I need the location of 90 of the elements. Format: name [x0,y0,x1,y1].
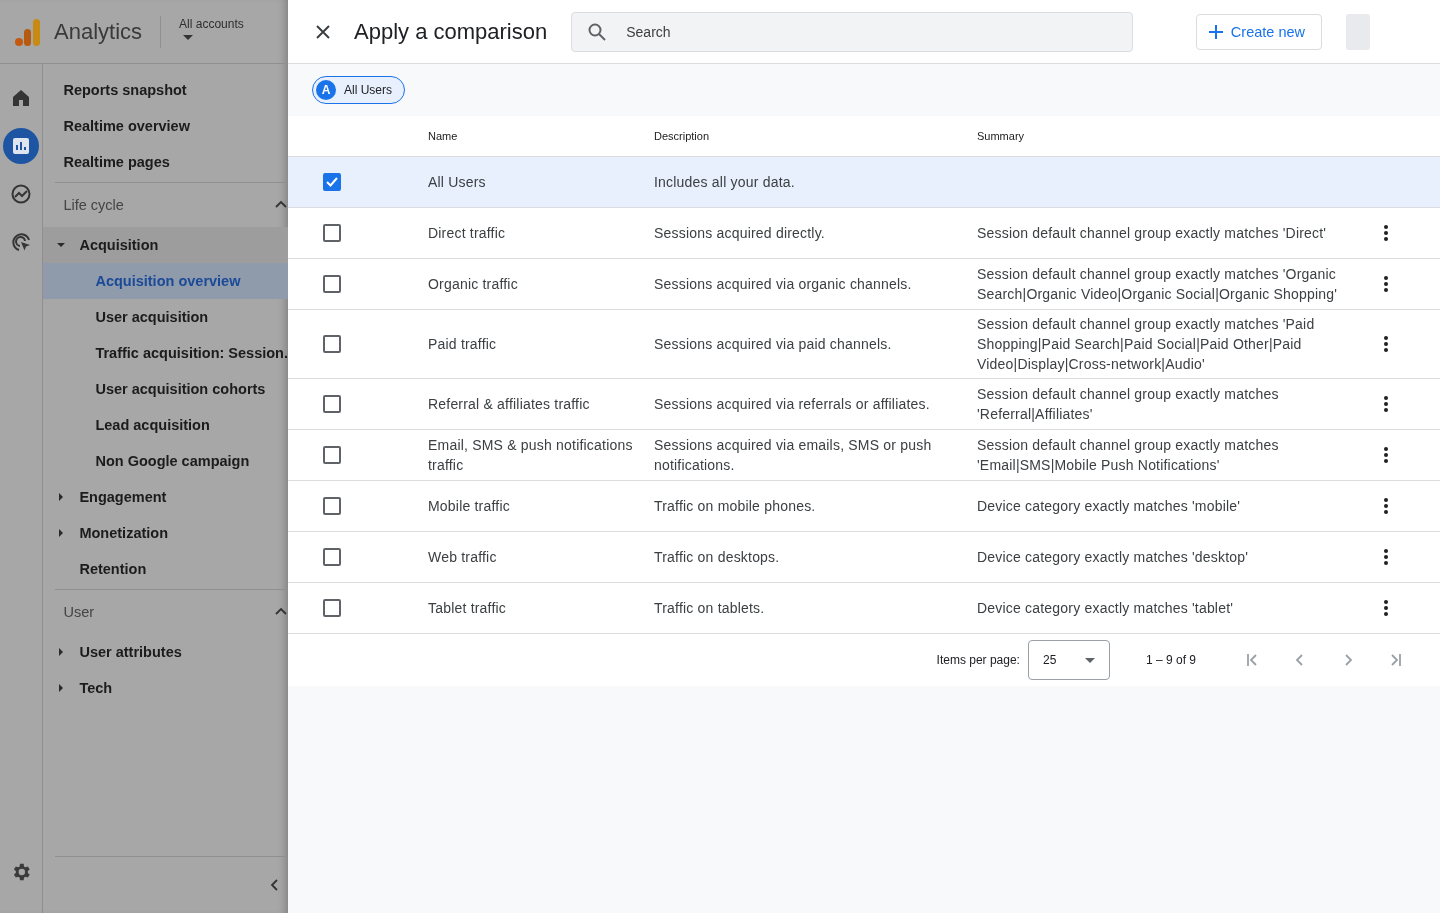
nav-item[interactable]: Lead acquisition [43,407,288,443]
more-icon[interactable] [1384,336,1388,352]
table-cell-text: Traffic on mobile phones. [654,497,817,516]
more-icon[interactable] [1384,276,1388,292]
more-icon[interactable] [1384,600,1388,616]
dropdown-icon [1084,657,1095,663]
table-cell-text: Sessions acquired directly. [654,224,826,243]
logo-icon [14,16,42,47]
create-new-button[interactable]: Create new [1195,13,1322,50]
table-cell-text: Session default channel group exactly matches 'Organic Search|Organic Video|Organic Social|Organic Shopping' [977,265,1339,304]
target-cursor-icon [10,231,33,253]
nav-item[interactable]: Realtime overview [43,108,288,144]
bar-chart-icon [11,136,32,156]
checkbox[interactable] [323,395,341,413]
close-icon[interactable] [316,24,330,39]
table-cell-text: Device category exactly matches 'desktop' [977,548,1250,567]
table-cell-text: Sessions acquired via paid channels. [654,335,893,354]
table-cell-text: Device category exactly matches 'tablet' [977,599,1235,618]
section-heading: User [63,604,95,620]
app-name: Analytics [54,18,143,45]
nav-item[interactable]: User acquisition [43,299,288,335]
table-cell-text: Session default channel group exactly matches 'Referral|Affiliates' [977,385,1280,424]
table-cell-text: Paid traffic [428,335,498,354]
search-icon [588,22,607,41]
nav-item[interactable]: Tech [43,670,288,706]
more-icon[interactable] [1384,498,1388,514]
table-cell-text: Referral & affiliates traffic [428,395,591,414]
caret-icon [57,684,66,692]
more-icon[interactable] [1384,225,1388,241]
caret-icon [57,648,66,656]
table-cell-text: Sessions acquired via referrals or affiliates. [654,395,931,414]
table-cell-text: Sessions acquired via organic channels. [654,275,913,294]
nav-item[interactable]: Retention [43,551,288,587]
nav-item[interactable]: Acquisition [43,227,288,263]
table-cell-text: Session default channel group exactly matches 'Direct' [977,224,1328,243]
checkbox[interactable] [323,224,341,242]
checkbox[interactable] [323,548,341,566]
checkbox[interactable] [323,173,341,191]
chip-label: All Users [344,83,392,97]
more-icon[interactable] [1384,447,1388,463]
search-input[interactable]: Search [624,22,1117,41]
nav-item[interactable]: Realtime pages [43,144,288,180]
nav-item[interactable]: Traffic acquisition: Session. [43,335,288,371]
nav-item[interactable]: User acquisition cohorts [43,371,288,407]
caret-icon [57,241,66,249]
table-cell-text: Mobile traffic [428,497,511,516]
checkbox[interactable] [323,497,341,515]
column-header: Name [428,130,459,142]
table-cell-text: Tablet traffic [428,599,508,618]
table-cell-text: All Users [428,173,487,192]
section-heading: Life cycle [63,197,124,213]
nav-item[interactable]: Reports snapshot [43,72,288,108]
dropdown-icon [183,34,194,41]
checkbox[interactable] [323,275,341,293]
nav-item[interactable]: Monetization [43,515,288,551]
table-cell-text: Web traffic [428,548,498,567]
trend-circle-icon [10,183,33,205]
search-field[interactable]: Search [571,11,1134,52]
checkbox[interactable] [323,446,341,464]
more-icon[interactable] [1384,396,1388,412]
table-cell-text: Session default channel group exactly matches 'Paid Shopping|Paid Search|Paid Social|Paid Other|Paid Video|Display|Cross-network|Audio' [977,315,1316,374]
page-size-select[interactable]: 25 [1027,640,1110,680]
page-range: 1 – 9 of 9 [1145,653,1196,667]
chip-letter: A [316,80,336,100]
dialog-title: Apply a comparison [354,18,548,45]
table-cell-text: Organic traffic [428,275,519,294]
home-icon [11,88,32,108]
checkbox[interactable] [323,335,341,353]
table-cell-text: Session default channel group exactly matches 'Email|SMS|Mobile Push Notifications' [977,436,1280,475]
rail-button[interactable] [3,128,40,164]
nav-item[interactable]: User attributes [43,634,288,670]
nav-item[interactable]: Engagement [43,479,288,515]
page-size-label: Items per page: [936,653,1020,667]
table-cell-text: Includes all your data. [654,173,796,192]
more-icon[interactable] [1384,549,1388,565]
table-cell-text: Direct traffic [428,224,507,243]
column-header: Summary [977,130,1026,142]
plus-icon [1208,24,1223,39]
checkbox[interactable] [323,599,341,617]
table-cell-text: Traffic on tablets. [654,599,766,618]
comparison-chip[interactable]: A All Users [312,76,405,104]
table-cell-text: Device category exactly matches 'mobile' [977,497,1242,516]
table-cell-text: Email, SMS & push notifications traffic [428,436,634,475]
account-selector[interactable]: All accounts [179,16,244,41]
table-cell-text: Traffic on desktops. [654,548,781,567]
table-cell-text: Sessions acquired via emails, SMS or push notifications. [654,436,933,475]
column-header: Description [654,130,711,142]
caret-icon [57,493,66,501]
caret-icon [57,529,66,537]
nav-item[interactable]: Non Google campaign [43,443,288,479]
